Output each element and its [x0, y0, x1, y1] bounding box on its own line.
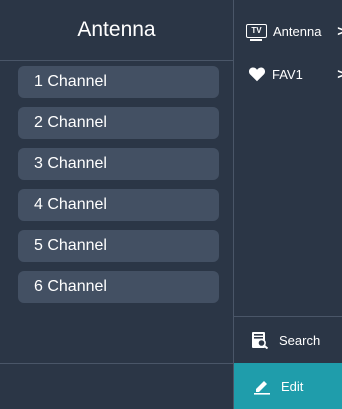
- channel-list: 1 Channel 2 Channel 3 Channel 4 Channel …: [18, 66, 219, 312]
- sidebar-divider: [234, 316, 342, 317]
- channel-item-4[interactable]: 4 Channel: [18, 189, 219, 221]
- search-button[interactable]: Search: [234, 324, 342, 356]
- chevron-right-icon: >: [337, 22, 342, 40]
- channel-item-6[interactable]: 6 Channel: [18, 271, 219, 303]
- sidebar-item-antenna[interactable]: TV Antenna >: [234, 15, 342, 47]
- panel-title: Antenna: [77, 18, 156, 41]
- edit-label: Edit: [281, 378, 304, 394]
- channel-item-1[interactable]: 1 Channel: [18, 66, 219, 98]
- title-divider: [0, 60, 233, 61]
- channel-item-2[interactable]: 2 Channel: [18, 107, 219, 139]
- search-label: Search: [279, 332, 321, 348]
- sidebar-item-label: Antenna: [273, 23, 322, 39]
- sidebar-item-fav1[interactable]: FAV1 >: [234, 58, 342, 90]
- edit-pencil-icon: [253, 377, 271, 395]
- search-channel-icon: [251, 331, 269, 349]
- chevron-right-icon: >: [337, 65, 342, 83]
- bottom-divider: [0, 363, 233, 364]
- edit-button[interactable]: Edit: [234, 363, 342, 409]
- sidebar-item-label: FAV1: [272, 66, 303, 82]
- tv-icon: TV: [246, 24, 267, 41]
- channel-panel: Antenna 1 Channel 2 Channel 3 Channel 4 …: [0, 0, 234, 409]
- channel-item-3[interactable]: 3 Channel: [18, 148, 219, 180]
- heart-icon: [248, 66, 266, 82]
- channel-item-5[interactable]: 5 Channel: [18, 230, 219, 262]
- sidebar: TV Antenna > FAV1 > Search Edit: [234, 0, 342, 409]
